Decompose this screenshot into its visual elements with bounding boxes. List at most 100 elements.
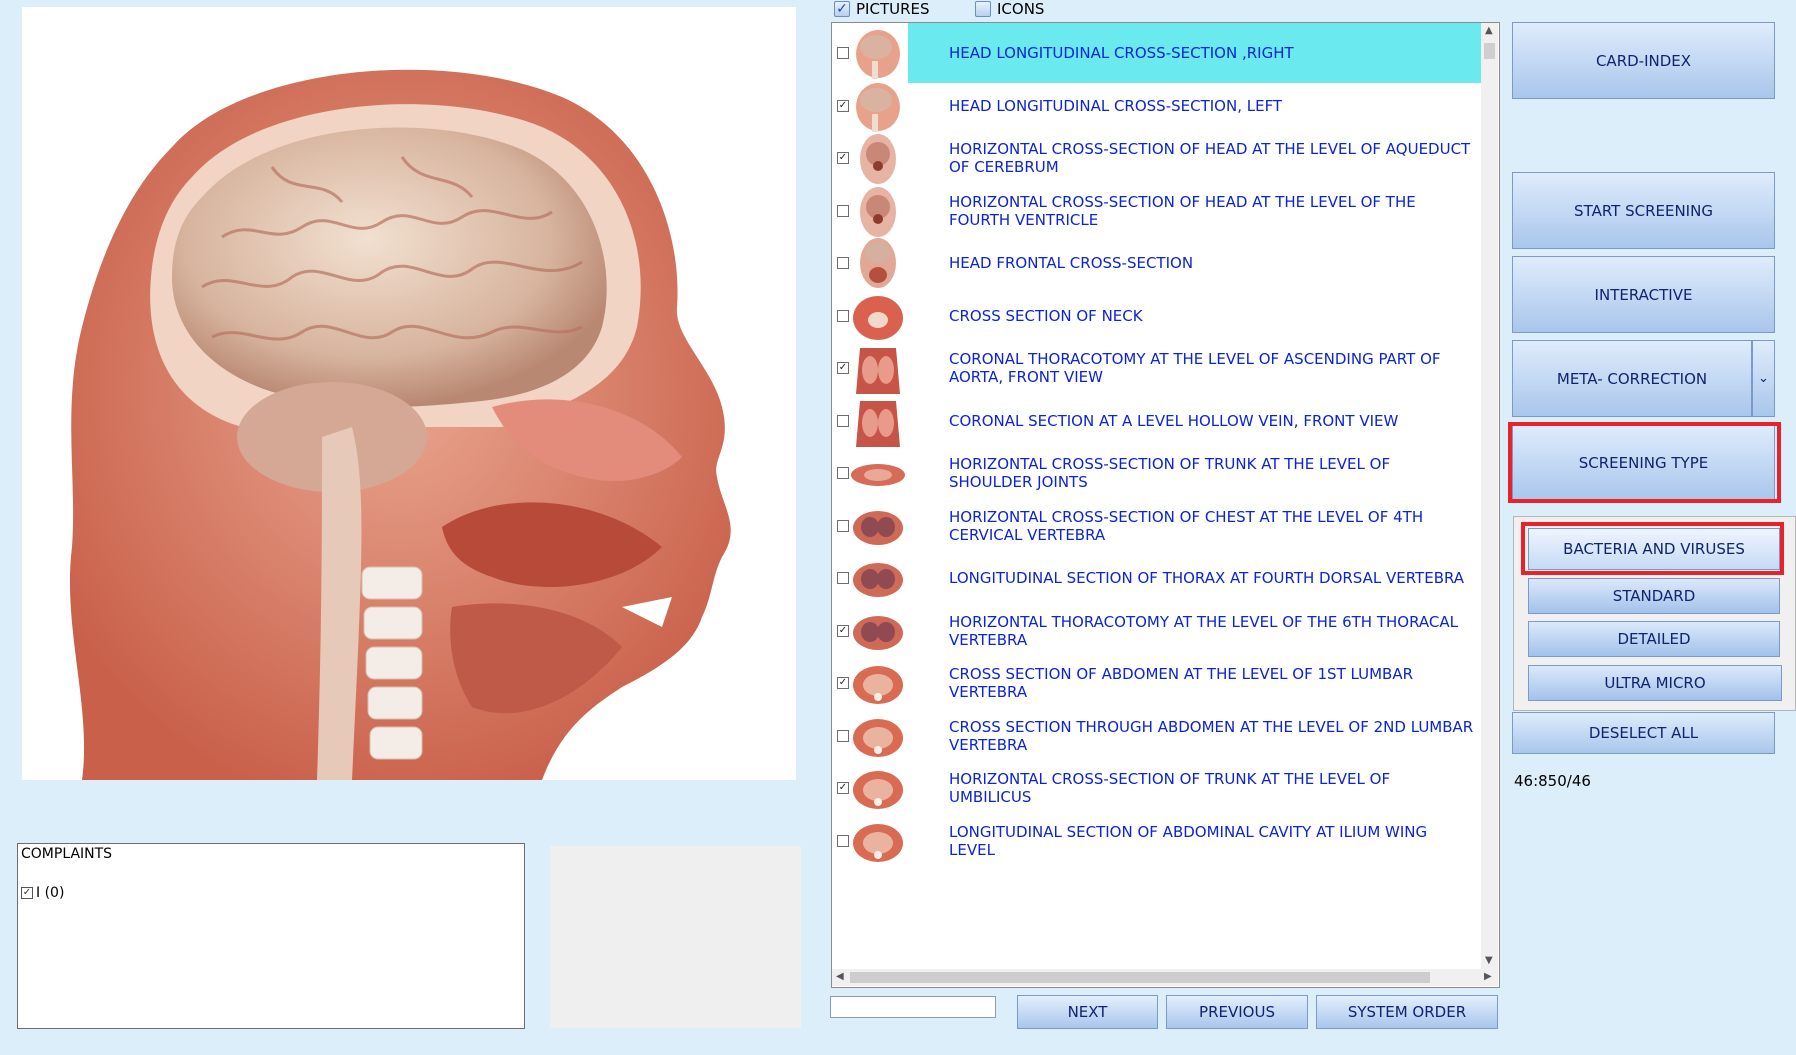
chest-thumbnail-icon: [853, 563, 903, 597]
list-item-checkbox[interactable]: ✓: [837, 782, 849, 794]
list-item[interactable]: ✓ HORIZONTAL CROSS-SECTION OF HEAD AT THE…: [832, 128, 1481, 188]
list-item[interactable]: HORIZONTAL CROSS-SECTION OF CHEST AT THE…: [832, 496, 1481, 556]
chevron-down-icon[interactable]: ⌄: [1752, 340, 1775, 417]
complaint-label: I (0): [36, 885, 65, 901]
torso-thumbnail-icon: [856, 348, 900, 394]
icons-label: ICONS: [997, 0, 1045, 18]
pictures-label: PICTURES: [856, 0, 930, 18]
list-item-checkbox[interactable]: ✓: [837, 99, 849, 112]
screening-type-button[interactable]: SCREENING TYPE: [1512, 424, 1775, 501]
list-item-checkbox[interactable]: [837, 834, 849, 847]
head-cross-section-illustration: [69, 69, 731, 780]
deselect-all-button[interactable]: DESELECT ALL: [1512, 712, 1775, 754]
list-item-checkbox[interactable]: [837, 572, 849, 584]
trunk-wide-thumbnail-icon: [851, 464, 905, 486]
list-item-label: HORIZONTAL CROSS-SECTION OF TRUNK AT THE…: [949, 770, 1391, 806]
list-item-checkbox[interactable]: [837, 414, 849, 427]
system-order-button[interactable]: SYSTEM ORDER: [1316, 995, 1498, 1029]
list-item[interactable]: HEAD LONGITUDINAL CROSS-SECTION ,RIGHT: [832, 23, 1481, 83]
list-item-checkbox[interactable]: ✓: [837, 677, 849, 689]
list-item[interactable]: CROSS SECTION THROUGH ABDOMEN AT THE LEV…: [832, 706, 1481, 766]
list-item[interactable]: HORIZONTAL CROSS-SECTION OF TRUNK AT THE…: [832, 443, 1481, 503]
icons-checkbox[interactable]: [975, 1, 991, 17]
vertical-scrollbar[interactable]: ▲ ▼: [1481, 23, 1498, 969]
list-item[interactable]: ✓ CORONAL THORACOTOMY AT THE LEVEL OF ASC…: [832, 338, 1481, 398]
complaints-title: COMPLAINTS: [21, 846, 113, 862]
scroll-right-icon[interactable]: ▶: [1484, 971, 1492, 982]
list-item-label: LONGITUDINAL SECTION OF ABDOMINAL CAVITY…: [949, 822, 1428, 859]
bacteria-viruses-option[interactable]: BACTERIA AND VIRUSES: [1528, 528, 1780, 570]
list-item-checkbox[interactable]: [837, 729, 849, 742]
detailed-option[interactable]: DETAILED: [1528, 621, 1780, 657]
list-item-checkbox[interactable]: ✓: [837, 362, 849, 374]
anatomy-image: [22, 7, 796, 780]
list-item-checkbox[interactable]: [837, 257, 849, 269]
pictures-checkbox[interactable]: ✓: [834, 1, 850, 17]
list-item-checkbox[interactable]: [837, 467, 849, 479]
scroll-down-icon[interactable]: ▼: [1485, 955, 1493, 966]
complaints-box[interactable]: COMPLAINTS ✓ I (0): [17, 843, 525, 1029]
start-screening-button[interactable]: START SCREENING: [1512, 172, 1775, 249]
head-side-thumbnail-icon: [856, 30, 900, 79]
previous-button[interactable]: PREVIOUS: [1166, 995, 1308, 1029]
vertical-scroll-thumb[interactable]: [1484, 43, 1495, 59]
list-item-checkbox[interactable]: [837, 309, 849, 322]
scroll-left-icon[interactable]: ◀: [836, 971, 844, 982]
list-item[interactable]: CORONAL SECTION AT A LEVEL HOLLOW VEIN, …: [832, 391, 1481, 451]
list-item-label: HORIZONTAL CROSS-SECTION OF TRUNK AT THE…: [949, 455, 1391, 491]
standard-option[interactable]: STANDARD: [1528, 578, 1780, 614]
selection-counter: 46:850/46: [1514, 772, 1591, 790]
chest-thumbnail-icon: [853, 510, 903, 545]
head-top-thumbnail-icon: [860, 186, 896, 237]
list-item-label: CORONAL SECTION AT A LEVEL HOLLOW VEIN, …: [949, 411, 1399, 430]
preview-panel: [550, 846, 801, 1028]
horizontal-scrollbar[interactable]: ◀ ▶: [832, 969, 1498, 986]
list-item[interactable]: LONGITUDINAL SECTION OF THORAX AT FOURTH…: [832, 548, 1481, 608]
abdomen-thumbnail-icon: [853, 823, 903, 862]
pictures-option[interactable]: ✓ PICTURES: [834, 0, 930, 18]
list-item-checkbox[interactable]: [837, 47, 849, 59]
head-side-thumbnail-icon: [856, 82, 900, 132]
list-item[interactable]: ✓ HORIZONTAL CROSS-SECTION OF TRUNK AT TH…: [832, 758, 1481, 818]
list-item-label: HEAD LONGITUDINAL CROSS-SECTION, LEFT: [949, 96, 1283, 115]
head-front-thumbnail-icon: [860, 238, 896, 288]
section-list[interactable]: HEAD LONGITUDINAL CROSS-SECTION ,RIGHT ✓ H…: [831, 22, 1500, 988]
next-button[interactable]: NEXT: [1017, 995, 1158, 1029]
interactive-button[interactable]: INTERACTIVE: [1512, 256, 1775, 333]
complaint-checkbox[interactable]: ✓: [21, 887, 33, 899]
list-item-label: HORIZONTAL CROSS-SECTION OF HEAD AT THE …: [949, 192, 1416, 229]
list-item[interactable]: CROSS SECTION OF NECK: [832, 286, 1481, 346]
list-item-label: CORONAL THORACOTOMY AT THE LEVEL OF ASCE…: [949, 350, 1441, 386]
list-item[interactable]: HORIZONTAL CROSS-SECTION OF HEAD AT THE …: [832, 181, 1481, 241]
card-index-button[interactable]: CARD-INDEX: [1512, 22, 1775, 99]
ultra-micro-option[interactable]: ULTRA MICRO: [1528, 665, 1782, 701]
meta-correction-control[interactable]: META- CORRECTION ⌄: [1512, 340, 1775, 417]
list-item-label: HORIZONTAL THORACOTOMY AT THE LEVEL OF T…: [949, 612, 1459, 649]
search-input[interactable]: [830, 996, 996, 1018]
list-item-label: CROSS SECTION OF ABDOMEN AT THE LEVEL OF…: [949, 665, 1414, 701]
list-item-checkbox[interactable]: ✓: [837, 152, 849, 164]
chest-thumbnail-icon: [853, 615, 903, 650]
icons-option[interactable]: ICONS: [975, 0, 1044, 18]
abdomen-thumbnail-icon: [853, 666, 903, 704]
list-item-checkbox[interactable]: [837, 519, 849, 532]
list-item[interactable]: LONGITUDINAL SECTION OF ABDOMINAL CAVITY…: [832, 811, 1481, 871]
list-item[interactable]: ✓ HORIZONTAL THORACOTOMY AT THE LEVEL OF …: [832, 601, 1481, 661]
list-item-label: CROSS SECTION OF NECK: [949, 306, 1143, 325]
abdomen-thumbnail-icon: [853, 718, 903, 757]
head-top-thumbnail-icon: [860, 134, 896, 184]
meta-correction-button[interactable]: META- CORRECTION: [1512, 340, 1752, 417]
list-item-checkbox[interactable]: ✓: [837, 624, 849, 637]
list-item-label: HEAD LONGITUDINAL CROSS-SECTION ,RIGHT: [949, 44, 1294, 62]
list-item-label: HEAD FRONTAL CROSS-SECTION: [949, 254, 1194, 272]
scroll-up-icon[interactable]: ▲: [1485, 25, 1493, 36]
list-item-checkbox[interactable]: [837, 204, 849, 217]
list-item-label: HORIZONTAL CROSS-SECTION OF HEAD AT THE …: [949, 140, 1471, 176]
list-item-label: CROSS SECTION THROUGH ABDOMEN AT THE LEV…: [949, 717, 1474, 754]
list-item[interactable]: ✓ CROSS SECTION OF ABDOMEN AT THE LEVEL O…: [832, 653, 1481, 713]
abdomen-thumbnail-icon: [853, 771, 903, 809]
torso-thumbnail-icon: [856, 400, 900, 447]
horizontal-scroll-thumb[interactable]: [850, 972, 1430, 983]
list-item[interactable]: HEAD FRONTAL CROSS-SECTION: [832, 233, 1481, 293]
list-item[interactable]: ✓ HEAD LONGITUDINAL CROSS-SECTION, LEFT: [832, 76, 1481, 136]
